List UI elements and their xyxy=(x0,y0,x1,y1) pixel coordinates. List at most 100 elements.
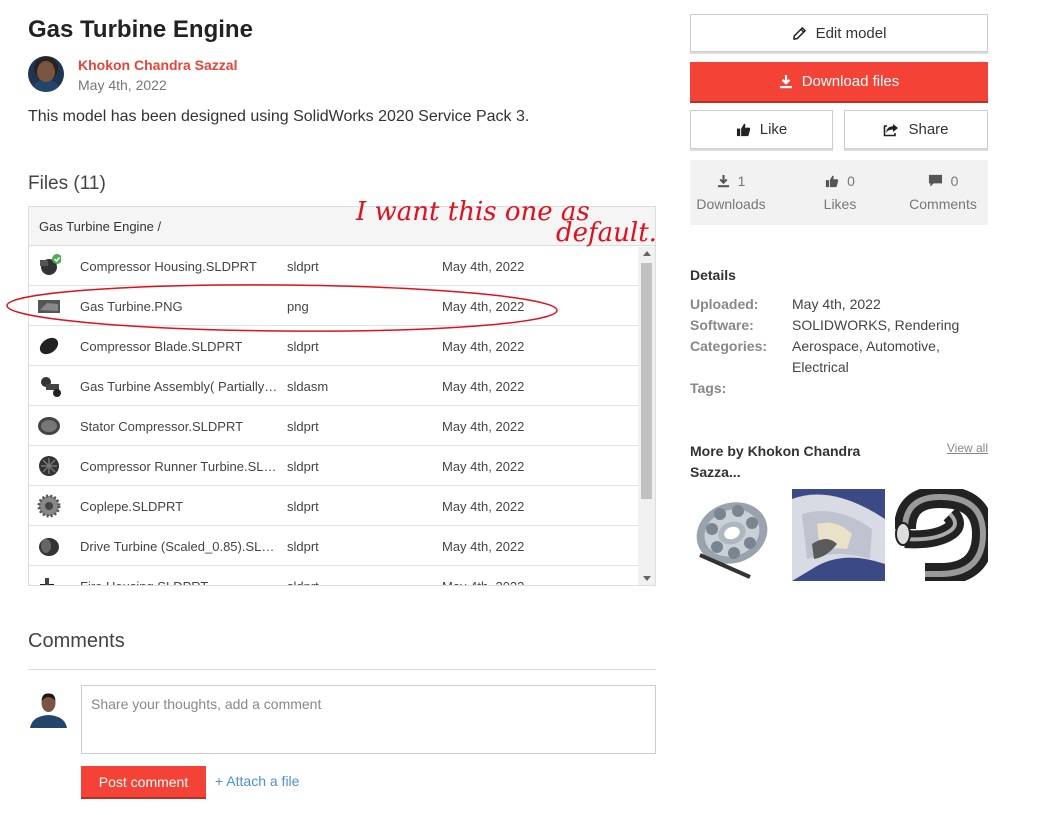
details-heading: Details xyxy=(690,267,736,283)
file-date: May 4th, 2022 xyxy=(442,339,525,354)
file-type: sldprt xyxy=(287,339,319,354)
scroll-down-arrow-icon[interactable] xyxy=(643,576,651,581)
model-description: This model has been designed using Solid… xyxy=(28,108,530,125)
file-name[interactable]: Coplepe.SLDPRT xyxy=(80,499,278,514)
file-type: sldprt xyxy=(287,419,319,434)
file-browser: Gas Turbine Engine / Compressor Housing.… xyxy=(28,206,656,586)
downloads-stat: 1 Downloads xyxy=(681,170,781,212)
author-name-link[interactable]: Khokon Chandra Sazzal xyxy=(78,56,237,74)
file-date: May 4th, 2022 xyxy=(442,299,525,314)
breadcrumb[interactable]: Gas Turbine Engine / xyxy=(29,207,655,246)
download-count-icon xyxy=(717,174,729,188)
download-icon xyxy=(779,74,793,89)
categories-value: Aerospace, Automotive, Electrical xyxy=(792,338,940,375)
bent-pipe-model-thumbnail[interactable] xyxy=(895,489,988,581)
post-date: May 4th, 2022 xyxy=(78,77,167,93)
file-type: sldprt xyxy=(287,579,319,585)
author-row: Khokon Chandra Sazzal May 4th, 2022 xyxy=(28,56,237,96)
more-by-heading: More by Khokon Chandra Sazza... xyxy=(690,443,861,480)
file-row[interactable]: Coplepe.SLDPRT sldprt May 4th, 2022 xyxy=(29,486,639,526)
view-all-link[interactable]: View all xyxy=(947,441,988,455)
thumbs-up-icon xyxy=(736,122,751,137)
tags-label: Tags: xyxy=(690,380,727,396)
scrollbar[interactable] xyxy=(638,247,655,585)
file-row[interactable]: Compressor Runner Turbine.SLD... sldprt Ma… xyxy=(29,446,639,486)
file-date: May 4th, 2022 xyxy=(442,459,525,474)
file-row[interactable]: Compressor Housing.SLDPRT sldprt May 4th, … xyxy=(29,246,639,286)
file-name[interactable]: Stator Compressor.SLDPRT xyxy=(80,419,278,434)
downloads-label: Downloads xyxy=(696,196,766,212)
file-row[interactable]: Gas Turbine.PNG png May 4th, 2022 xyxy=(29,286,639,326)
file-name[interactable]: Gas Turbine Assembly( Partially ... xyxy=(80,379,278,394)
likes-label: Likes xyxy=(823,196,857,212)
uploaded-label: Uploaded: xyxy=(690,296,759,312)
like-label: Like xyxy=(759,121,788,138)
file-row[interactable]: Gas Turbine Assembly( Partially ... sldas… xyxy=(29,366,639,406)
file-date: May 4th, 2022 xyxy=(442,419,525,434)
download-files-button[interactable]: Download files xyxy=(690,62,988,101)
download-files-label: Download files xyxy=(801,73,900,90)
pencil-icon xyxy=(792,26,807,41)
categories-label: Categories: xyxy=(690,338,768,354)
file-row[interactable]: Drive Turbine (Scaled_0.85).SLDP... sldpr… xyxy=(29,526,639,566)
current-user-avatar xyxy=(28,690,69,728)
stator-thumbnail-icon xyxy=(38,417,60,435)
housing-thumbnail-icon xyxy=(40,254,61,275)
likes-count-icon xyxy=(825,175,839,188)
edit-model-label: Edit model xyxy=(815,24,887,42)
page-title: Gas Turbine Engine xyxy=(28,16,253,43)
comments-label: Comments xyxy=(909,196,977,212)
file-name[interactable]: Compressor Housing.SLDPRT xyxy=(80,259,278,274)
fire-housing-thumbnail-icon xyxy=(40,578,54,585)
post-comment-button[interactable]: Post comment xyxy=(81,766,206,797)
file-row[interactable]: Compressor Blade.SLDPRT sldprt May 4th, 20… xyxy=(29,326,639,366)
file-date: May 4th, 2022 xyxy=(442,539,525,554)
like-button[interactable]: Like xyxy=(690,110,833,149)
likes-count: 0 xyxy=(847,173,855,189)
assembly-thumbnail-icon xyxy=(41,377,61,397)
file-row[interactable]: Stator Compressor.SLDPRT sldprt May 4th, 2… xyxy=(29,406,639,446)
file-type: sldprt xyxy=(287,499,319,514)
software-label: Software: xyxy=(690,317,754,333)
file-date: May 4th, 2022 xyxy=(442,259,525,274)
file-date: May 4th, 2022 xyxy=(442,499,525,514)
comments-stat: 0 Comments xyxy=(893,170,993,212)
comment-input[interactable] xyxy=(81,685,656,754)
file-date: May 4th, 2022 xyxy=(442,579,524,585)
file-type: sldprt xyxy=(287,459,319,474)
file-row[interactable]: Fire Housing.SLDPRT sldprt May 4th, 2022 xyxy=(29,566,639,585)
turbine-image-thumbnail-icon xyxy=(38,300,60,313)
comments-heading: Comments xyxy=(28,630,125,652)
blade-model-thumbnail[interactable] xyxy=(792,489,885,581)
file-type: sldprt xyxy=(287,539,319,554)
blade-thumbnail-icon xyxy=(39,337,59,355)
file-name[interactable]: Drive Turbine (Scaled_0.85).SLDP... xyxy=(80,539,278,554)
share-button[interactable]: Share xyxy=(844,110,988,149)
file-name[interactable]: Fire Housing.SLDPRT xyxy=(80,579,278,585)
edit-model-button[interactable]: Edit model xyxy=(690,14,988,52)
runner-thumbnail-icon xyxy=(39,456,59,476)
stats-panel: 1 Downloads 0 Likes 0 Comments xyxy=(690,160,988,225)
likes-stat: 0 Likes xyxy=(790,170,890,212)
attach-file-link[interactable]: + Attach a file xyxy=(215,773,299,789)
divider xyxy=(28,669,656,670)
uploaded-value: May 4th, 2022 xyxy=(792,296,881,312)
file-type: png xyxy=(287,299,309,314)
drive-turbine-thumbnail-icon xyxy=(39,538,59,556)
scroll-up-arrow-icon[interactable] xyxy=(643,251,651,256)
file-type: sldasm xyxy=(287,379,329,394)
downloads-count: 1 xyxy=(737,173,746,189)
scroll-thumb[interactable] xyxy=(641,263,652,499)
file-list: Compressor Housing.SLDPRT sldprt May 4th, … xyxy=(29,246,655,585)
coplepe-thumbnail-icon xyxy=(37,494,61,518)
file-name[interactable]: Compressor Runner Turbine.SLD... xyxy=(80,459,278,474)
comment-count-icon xyxy=(928,174,942,187)
file-name[interactable]: Compressor Blade.SLDPRT xyxy=(80,339,278,354)
author-avatar[interactable] xyxy=(28,56,64,92)
file-date: May 4th, 2022 xyxy=(442,379,525,394)
file-type: sldprt xyxy=(287,259,319,274)
files-heading: Files (11) xyxy=(28,173,106,194)
file-name[interactable]: Gas Turbine.PNG xyxy=(80,299,278,314)
bearing-model-thumbnail[interactable] xyxy=(690,489,783,581)
software-value: SOLIDWORKS, Rendering xyxy=(792,317,960,333)
